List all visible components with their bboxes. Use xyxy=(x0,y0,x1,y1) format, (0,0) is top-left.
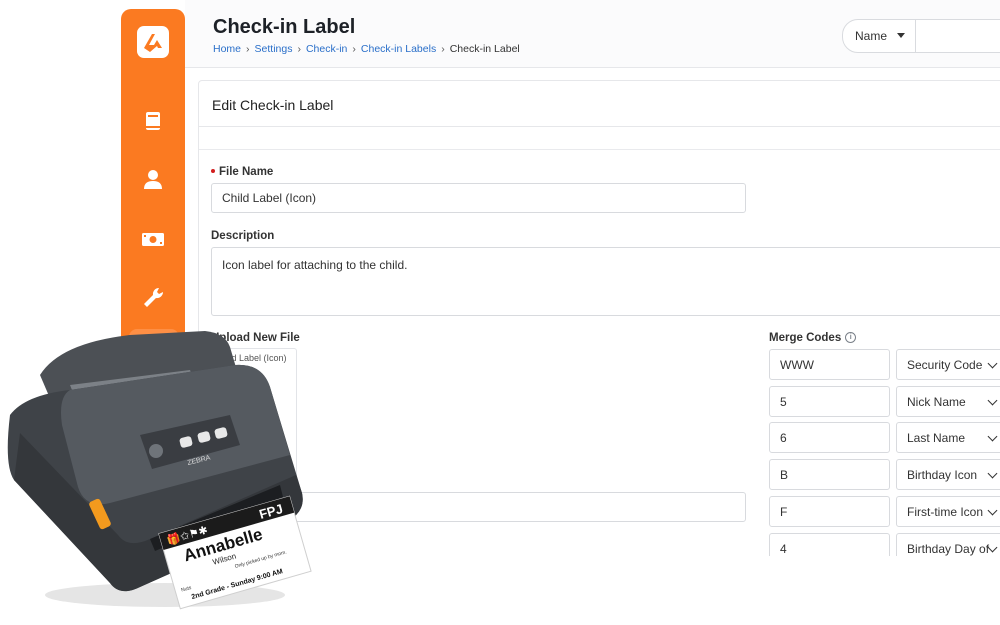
description-label: Description xyxy=(211,230,275,242)
file-name-label-text: File Name xyxy=(219,166,274,178)
money-icon xyxy=(142,233,164,246)
merge-field-select[interactable]: Last Name xyxy=(896,422,1000,453)
search-filter-label: Name xyxy=(855,29,888,43)
breadcrumb-separator: › xyxy=(246,43,250,55)
breadcrumb-current: Check-in Label xyxy=(449,43,520,55)
merge-field-select[interactable]: Birthday Icon xyxy=(896,459,1000,490)
chevron-down-icon xyxy=(987,431,998,442)
merge-field-value: Nick Name xyxy=(907,395,966,409)
merge-codes-label-text: Merge Codes xyxy=(769,332,842,344)
merge-code-input[interactable] xyxy=(769,349,890,380)
sidebar-item-admin-tools[interactable] xyxy=(137,282,169,314)
merge-code-input[interactable] xyxy=(769,459,890,490)
info-icon[interactable]: i xyxy=(845,332,857,344)
breadcrumb: Home › Settings › Check-in › Check-in Labels › C… xyxy=(213,43,520,55)
breadcrumb-check-in[interactable]: Check-in xyxy=(306,43,347,55)
chevron-down-icon xyxy=(987,395,998,406)
app-window: Check-in Label Home › Settings › Check-in › Ch… xyxy=(0,0,1000,625)
divider xyxy=(199,149,1000,150)
chevron-down-icon xyxy=(987,358,998,369)
merge-field-value: Birthday Day of xyxy=(907,542,990,556)
merge-field-value: Last Name xyxy=(907,431,966,445)
merge-field-value: Birthday Icon xyxy=(907,468,978,482)
file-name-field[interactable] xyxy=(211,183,746,213)
description-field[interactable]: Icon label for attaching to the child. xyxy=(211,247,1000,316)
breadcrumb-separator: › xyxy=(297,43,301,55)
search-bar: Name xyxy=(842,19,1000,53)
chevron-down-icon xyxy=(987,468,998,479)
breadcrumb-home[interactable]: Home xyxy=(213,43,241,55)
merge-code-input[interactable] xyxy=(769,496,890,527)
merge-field-value: Security Code xyxy=(907,358,983,372)
sidebar-item-people[interactable] xyxy=(137,164,169,196)
breadcrumb-separator: › xyxy=(441,43,445,55)
breadcrumb-check-in-labels[interactable]: Check-in Labels xyxy=(361,43,436,55)
panel-title: Edit Check-in Label xyxy=(212,97,334,113)
rock-logo[interactable] xyxy=(137,26,169,58)
sidebar-item-finance[interactable] xyxy=(137,223,169,255)
caret-down-icon xyxy=(897,33,905,38)
divider xyxy=(199,126,1000,127)
wrench-icon xyxy=(144,287,164,307)
label-printer-illustration: ZEBRA 🎁✩⚑✱ FPJ Annabelle Wilson Only pic… xyxy=(7,331,312,610)
file-name-label: File Name xyxy=(211,166,273,178)
merge-codes-label: Merge Codes i xyxy=(769,332,857,344)
page-title: Check-in Label xyxy=(213,16,356,38)
merge-field-value: First-time Icon xyxy=(907,505,984,519)
chevron-down-icon xyxy=(987,505,998,516)
required-indicator xyxy=(211,168,215,173)
merge-field-select[interactable]: Security Code xyxy=(896,349,1000,380)
person-icon xyxy=(144,170,162,189)
search-filter-select[interactable]: Name xyxy=(843,20,916,52)
sidebar-item-book[interactable] xyxy=(137,105,169,137)
merge-field-select[interactable]: Nick Name xyxy=(896,386,1000,417)
merge-code-input[interactable] xyxy=(769,386,890,417)
search-input[interactable] xyxy=(917,21,1000,51)
merge-field-select[interactable]: First-time Icon xyxy=(896,496,1000,527)
merge-code-input[interactable] xyxy=(769,422,890,453)
additional-field[interactable] xyxy=(270,492,746,522)
book-icon xyxy=(146,112,160,130)
breadcrumb-separator: › xyxy=(352,43,356,55)
breadcrumb-settings[interactable]: Settings xyxy=(255,43,293,55)
